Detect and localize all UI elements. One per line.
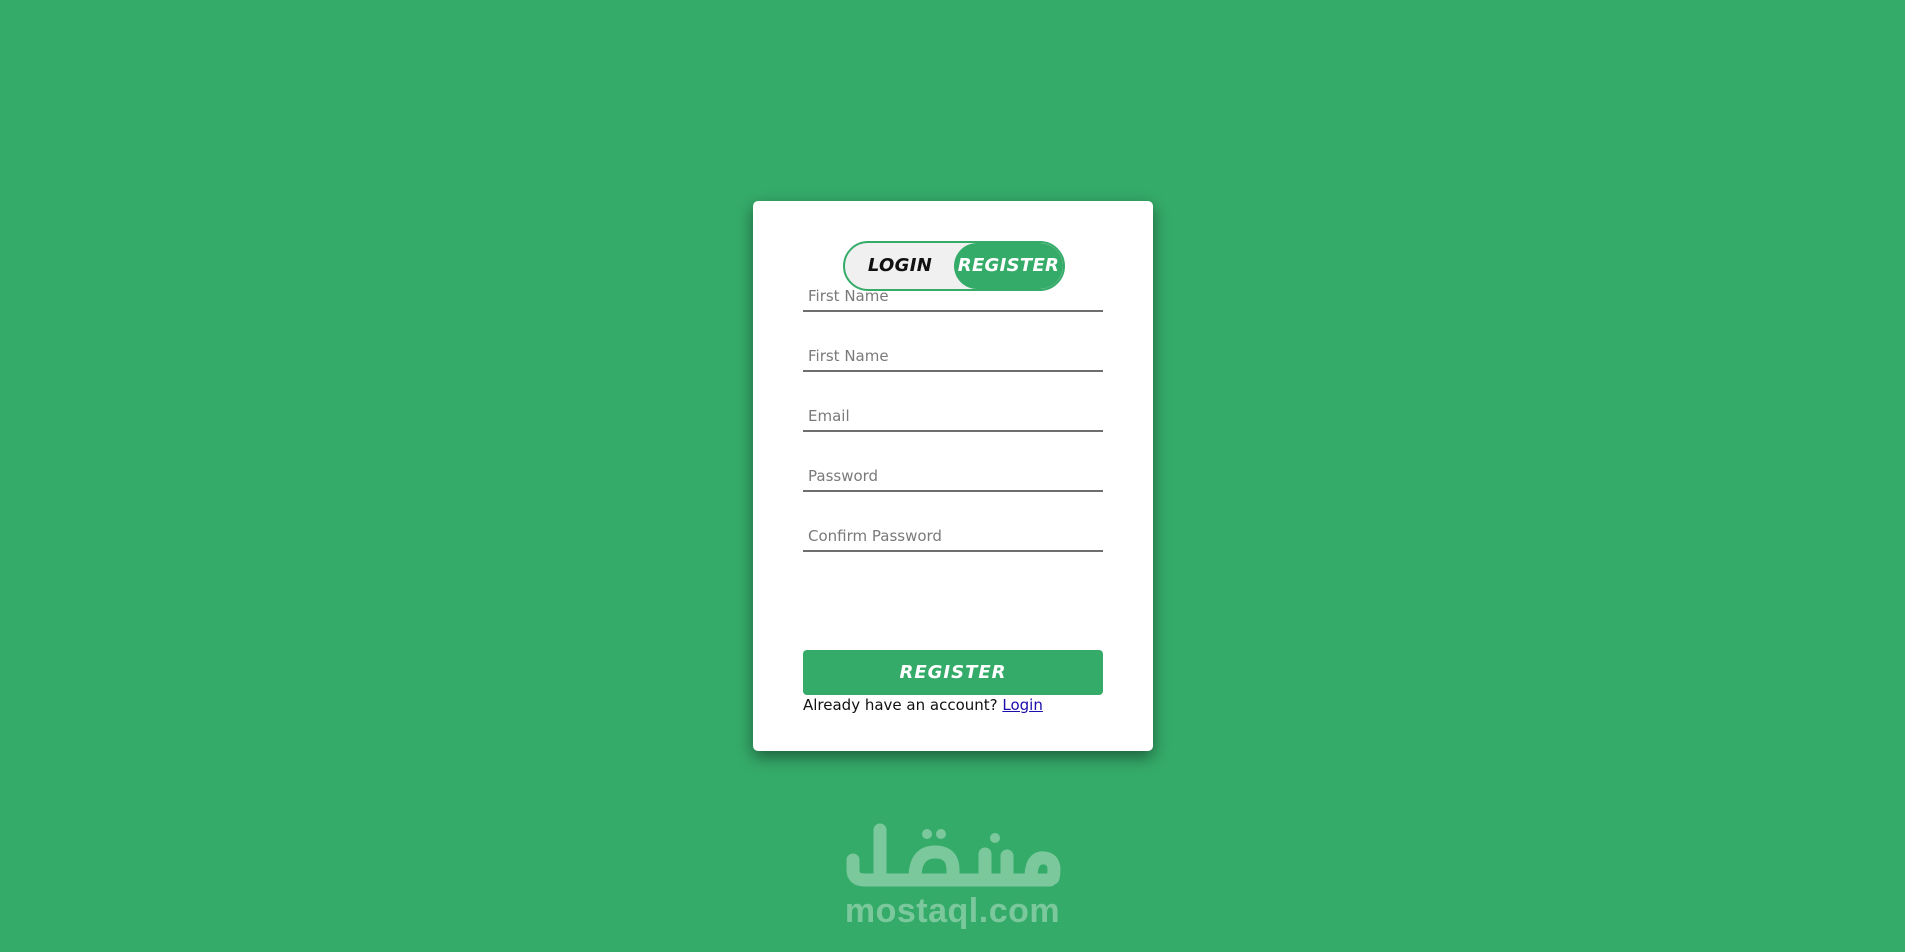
email-input[interactable] [803, 402, 1103, 432]
password-input[interactable] [803, 462, 1103, 492]
mostaql-logo-arabic [846, 823, 1061, 887]
login-prompt-text: Already have an account? [803, 696, 1003, 714]
first-name-input-2[interactable] [803, 342, 1103, 372]
register-submit-button[interactable]: REGISTER [803, 650, 1103, 695]
login-prompt: Already have an account? Login [803, 696, 1043, 714]
confirm-password-input[interactable] [803, 522, 1103, 552]
mostaql-domain-text: mostaql.com [844, 892, 1061, 930]
login-link[interactable]: Login [1002, 696, 1042, 714]
mostaql-watermark: mostaql.com [835, 820, 1070, 935]
register-card: LOGIN REGISTER REGISTER Already have an … [753, 201, 1153, 751]
first-name-input[interactable] [803, 282, 1103, 312]
